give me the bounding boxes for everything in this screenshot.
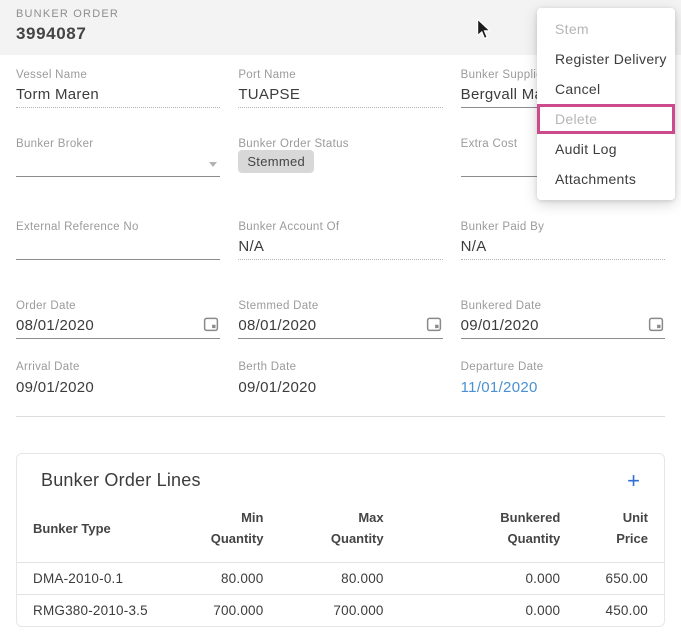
order-lines-table: Bunker Type MinQuantity MaxQuantity Bunk… <box>17 499 664 626</box>
cell-max-quantity: 700.000 <box>263 594 383 626</box>
cell-bunkered-quantity: 0.000 <box>384 594 561 626</box>
field-arrival-date: Arrival Date 09/01/2020 <box>16 361 220 400</box>
menu-item-cancel[interactable]: Cancel <box>537 74 675 104</box>
vessel-name-input[interactable]: Torm Maren <box>16 81 220 108</box>
bunker-order-lines-card: Bunker Order Lines + Bunker Type MinQuan… <box>16 453 665 627</box>
arrival-date-value-field: 09/01/2020 <box>16 373 220 400</box>
field-departure-date: Departure Date 11/01/2020 <box>461 361 665 400</box>
table-header-row: Bunker Type MinQuantity MaxQuantity Bunk… <box>17 499 664 562</box>
menu-item-delete[interactable]: Delete <box>537 104 675 134</box>
cell-bunkered-quantity: 0.000 <box>384 562 561 594</box>
bunker-account-of-label: Bunker Account Of <box>238 221 442 233</box>
cell-unit-price: 650.00 <box>560 562 664 594</box>
table-row[interactable]: RMG380-2010-3.5 700.000 700.000 0.000 45… <box>17 594 664 626</box>
vessel-name-label: Vessel Name <box>16 69 220 81</box>
stemmed-date-input[interactable]: 08/01/2020 <box>238 312 442 339</box>
bunker-order-status-field: Stemmed <box>238 150 442 177</box>
order-date-label: Order Date <box>16 300 220 312</box>
field-bunker-paid-by: Bunker Paid By N/A <box>461 221 665 260</box>
bunker-account-of-value: N/A <box>238 238 264 255</box>
port-name-value: TUAPSE <box>238 86 300 103</box>
field-bunker-account-of: Bunker Account Of N/A <box>238 221 442 260</box>
field-vessel-name: Vessel Name Torm Maren <box>16 69 220 108</box>
field-bunkered-date: Bunkered Date 09/01/2020 <box>461 300 665 339</box>
bunker-account-of-input[interactable]: N/A <box>238 233 442 260</box>
arrival-date-value: 09/01/2020 <box>16 379 94 396</box>
column-header-bunkered-quantity: BunkeredQuantity <box>384 499 561 562</box>
bunkered-date-label: Bunkered Date <box>461 300 665 312</box>
port-name-input[interactable]: TUAPSE <box>238 81 442 108</box>
bunkered-date-value: 09/01/2020 <box>461 317 539 334</box>
cell-max-quantity: 80.000 <box>263 562 383 594</box>
port-name-label: Port Name <box>238 69 442 81</box>
berth-date-value: 09/01/2020 <box>238 379 316 396</box>
bunker-order-lines-title: Bunker Order Lines <box>41 470 201 491</box>
field-bunker-order-status: Bunker Order Status Stemmed <box>238 138 442 177</box>
cell-min-quantity: 700.000 <box>190 594 264 626</box>
external-reference-no-label: External Reference No <box>16 221 220 233</box>
departure-date-link[interactable]: 11/01/2020 <box>461 379 538 396</box>
bunker-broker-label: Bunker Broker <box>16 138 220 150</box>
column-header-bunker-type: Bunker Type <box>17 499 190 562</box>
menu-item-register-delivery[interactable]: Register Delivery <box>537 44 675 74</box>
bunkered-date-input[interactable]: 09/01/2020 <box>461 312 665 339</box>
order-date-input[interactable]: 08/01/2020 <box>16 312 220 339</box>
section-divider <box>16 416 665 417</box>
arrival-date-label: Arrival Date <box>16 361 220 373</box>
bunker-paid-by-value: N/A <box>461 238 487 255</box>
bunker-paid-by-label: Bunker Paid By <box>461 221 665 233</box>
menu-item-audit-log[interactable]: Audit Log <box>537 134 675 164</box>
external-reference-no-input[interactable] <box>16 233 220 260</box>
departure-date-value-field: 11/01/2020 <box>461 373 665 400</box>
field-berth-date: Berth Date 09/01/2020 <box>238 361 442 400</box>
chevron-down-icon[interactable] <box>209 162 217 167</box>
departure-date-label: Departure Date <box>461 361 665 373</box>
context-menu: Stem Register Delivery Cancel Delete Aud… <box>537 8 675 200</box>
bunker-supplier-value: Bergvall Ma <box>461 86 544 103</box>
status-badge: Stemmed <box>238 150 314 173</box>
vessel-name-value: Torm Maren <box>16 86 99 103</box>
menu-item-stem[interactable]: Stem <box>537 14 675 44</box>
table-row[interactable]: DMA-2010-0.1 80.000 80.000 0.000 650.00 <box>17 562 664 594</box>
add-order-line-button[interactable]: + <box>627 471 640 491</box>
order-date-value: 08/01/2020 <box>16 317 94 334</box>
bunker-paid-by-input[interactable]: N/A <box>461 233 665 260</box>
calendar-icon[interactable] <box>647 315 665 333</box>
field-order-date: Order Date 08/01/2020 <box>16 300 220 339</box>
field-bunker-broker: Bunker Broker <box>16 138 220 177</box>
bunker-broker-select[interactable] <box>16 150 220 177</box>
calendar-icon[interactable] <box>202 315 220 333</box>
cell-unit-price: 450.00 <box>560 594 664 626</box>
cell-bunker-type: RMG380-2010-3.5 <box>17 594 190 626</box>
calendar-icon[interactable] <box>425 315 443 333</box>
stemmed-date-value: 08/01/2020 <box>238 317 316 334</box>
column-header-min-quantity: MinQuantity <box>190 499 264 562</box>
menu-item-attachments[interactable]: Attachments <box>537 164 675 194</box>
column-header-max-quantity: MaxQuantity <box>263 499 383 562</box>
cell-bunker-type: DMA-2010-0.1 <box>17 562 190 594</box>
field-stemmed-date: Stemmed Date 08/01/2020 <box>238 300 442 339</box>
berth-date-value-field: 09/01/2020 <box>238 373 442 400</box>
field-external-reference-no: External Reference No <box>16 221 220 260</box>
stemmed-date-label: Stemmed Date <box>238 300 442 312</box>
column-header-unit-price: UnitPrice <box>560 499 664 562</box>
berth-date-label: Berth Date <box>238 361 442 373</box>
bunker-order-status-label: Bunker Order Status <box>238 138 442 150</box>
cell-min-quantity: 80.000 <box>190 562 264 594</box>
field-port-name: Port Name TUAPSE <box>238 69 442 108</box>
